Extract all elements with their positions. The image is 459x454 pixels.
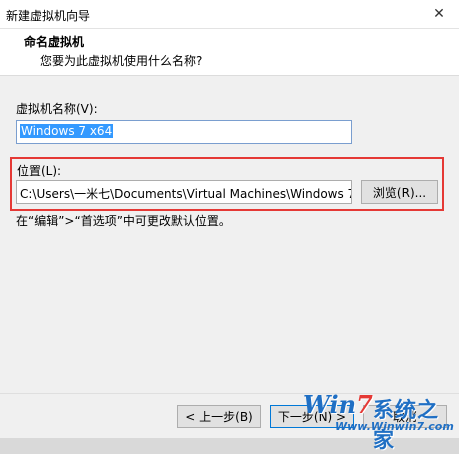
close-icon: ✕ <box>433 6 445 22</box>
page-title: 命名虚拟机 <box>24 35 85 49</box>
vm-name-input[interactable]: Windows 7 x64 <box>16 120 352 144</box>
location-input[interactable]: C:\Users\一米七\Documents\Virtual Machines\… <box>16 180 352 204</box>
wizard-header: 命名虚拟机 您要为此虚拟机使用什么名称? <box>0 29 459 76</box>
close-button[interactable]: ✕ <box>419 0 459 28</box>
location-hint: 在“编辑”>“首选项”中可更改默认位置。 <box>16 214 231 228</box>
page-subtitle: 您要为此虚拟机使用什么名称? <box>40 54 203 68</box>
window-title: 新建虚拟机向导 <box>6 9 91 23</box>
vm-name-label: 虚拟机名称(V): <box>16 102 98 116</box>
vm-name-value: Windows 7 x64 <box>20 124 114 138</box>
footer-divider <box>0 393 459 394</box>
cancel-button[interactable]: 取消 <box>363 405 447 428</box>
back-button[interactable]: < 上一步(B) <box>177 405 261 428</box>
title-bar: 新建虚拟机向导 ✕ <box>0 0 459 29</box>
browse-button[interactable]: 浏览(R)... <box>361 180 438 204</box>
wizard-window: 新建虚拟机向导 ✕ 命名虚拟机 您要为此虚拟机使用什么名称? 虚拟机名称(V):… <box>0 0 459 452</box>
next-button[interactable]: 下一步(N) > <box>270 405 354 428</box>
location-label: 位置(L): <box>17 164 62 178</box>
